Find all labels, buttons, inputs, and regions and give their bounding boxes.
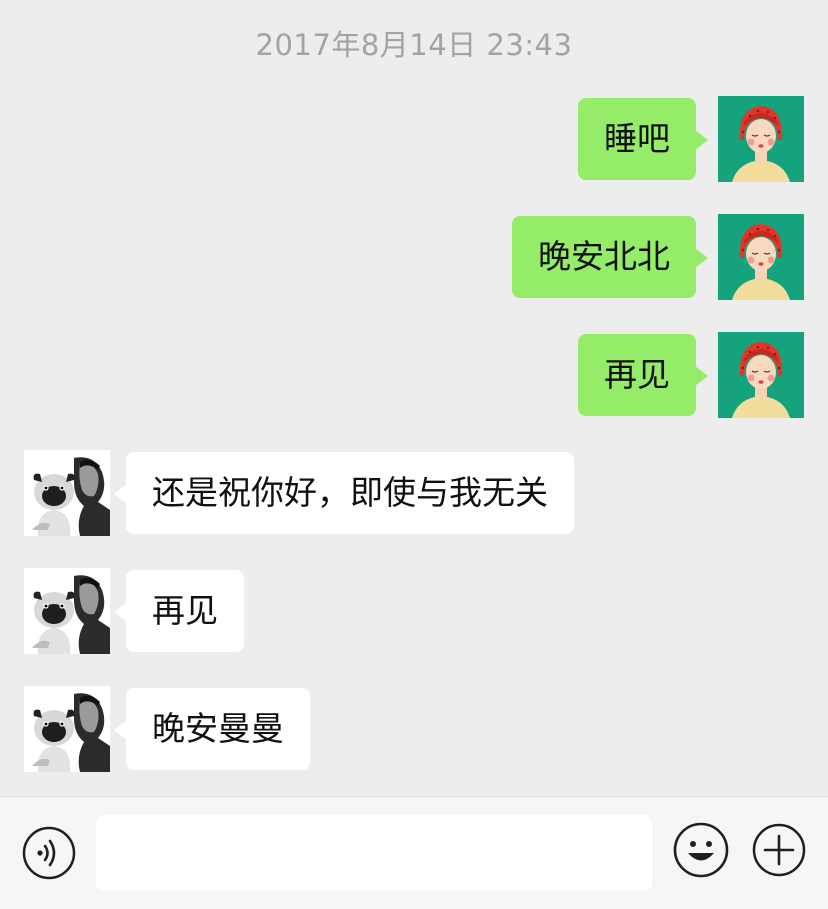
message-text: 再见	[604, 355, 670, 394]
message-text: 晚安曼曼	[152, 709, 284, 748]
chat-timestamp: 2017年8月14日 23:43	[255, 28, 573, 62]
message-text: 还是祝你好，即使与我无关	[152, 473, 548, 512]
message-text: 再见	[152, 591, 218, 630]
message-bubble-incoming[interactable]: 还是祝你好，即使与我无关	[114, 452, 574, 534]
message-outgoing: 晚安北北	[0, 214, 828, 300]
girl-avatar-icon	[718, 96, 804, 182]
plus-icon	[752, 823, 806, 877]
avatar-contact[interactable]	[24, 568, 110, 654]
emoji-icon	[673, 822, 729, 878]
avatar-contact[interactable]	[24, 686, 110, 772]
girl-avatar-icon	[718, 332, 804, 418]
message-bubble-outgoing[interactable]: 睡吧	[578, 98, 708, 180]
girl-avatar-icon	[718, 214, 804, 300]
avatar-self[interactable]	[718, 332, 804, 418]
message-bubble-outgoing[interactable]: 再见	[578, 334, 708, 416]
message-text: 睡吧	[604, 119, 670, 158]
voice-button[interactable]	[22, 826, 76, 880]
man-with-pug-avatar-icon	[24, 568, 110, 654]
voice-icon	[22, 826, 76, 880]
avatar-contact[interactable]	[24, 450, 110, 536]
input-bar	[0, 796, 828, 909]
add-button[interactable]	[752, 823, 806, 877]
message-bubble-incoming[interactable]: 再见	[114, 570, 244, 652]
message-incoming: 再见	[0, 568, 828, 654]
avatar-self[interactable]	[718, 214, 804, 300]
message-outgoing: 再见	[0, 332, 828, 418]
message-outgoing: 睡吧	[0, 96, 828, 182]
emoji-button[interactable]	[673, 822, 729, 878]
man-with-pug-avatar-icon	[24, 450, 110, 536]
message-incoming: 晚安曼曼	[0, 686, 828, 772]
chat-area: 2017年8月14日 23:43 睡吧 晚安北北 再见 还是祝你好，即使与我无关…	[0, 0, 828, 796]
message-input[interactable]	[96, 815, 652, 891]
avatar-self[interactable]	[718, 96, 804, 182]
message-bubble-incoming[interactable]: 晚安曼曼	[114, 688, 310, 770]
message-incoming: 还是祝你好，即使与我无关	[0, 450, 828, 536]
message-text: 晚安北北	[538, 237, 670, 276]
message-bubble-outgoing[interactable]: 晚安北北	[512, 216, 708, 298]
man-with-pug-avatar-icon	[24, 686, 110, 772]
